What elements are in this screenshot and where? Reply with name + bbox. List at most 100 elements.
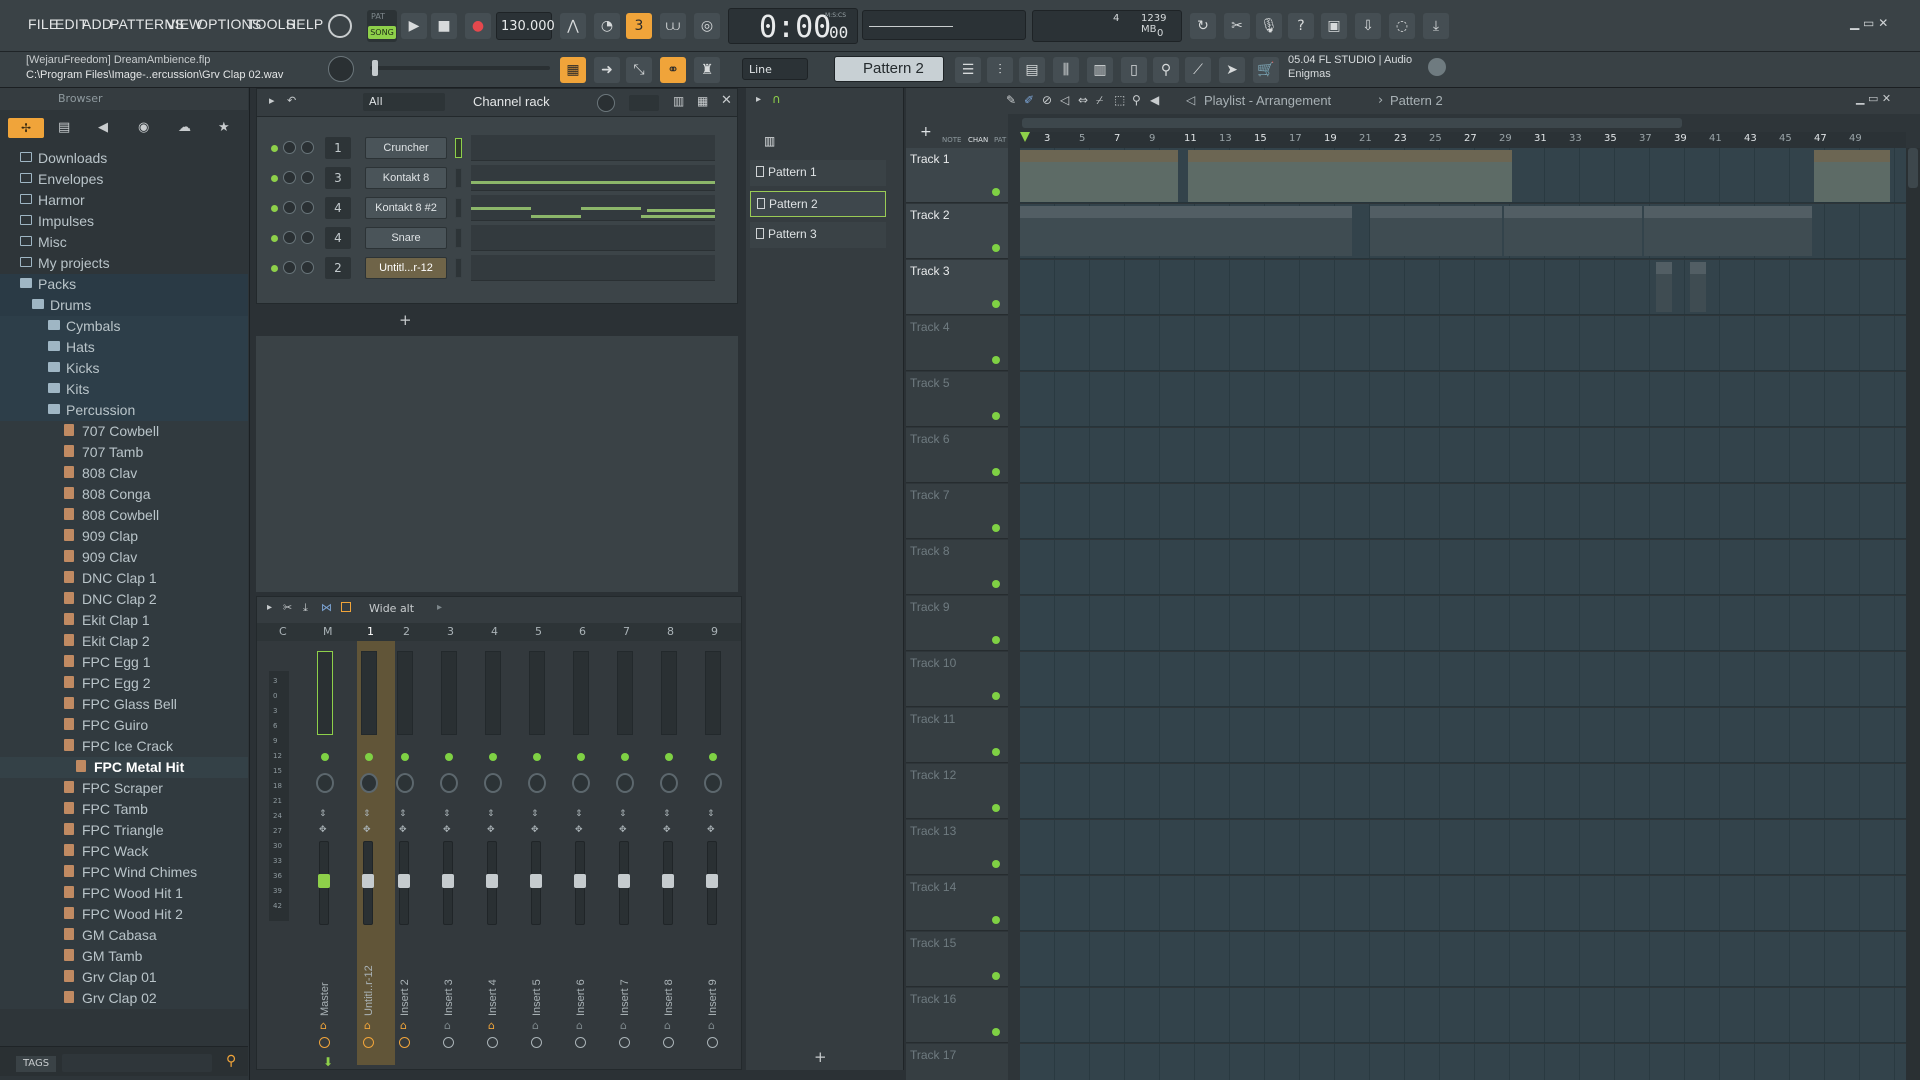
browser-item[interactable]: Kicks <box>0 358 248 379</box>
volume-fader[interactable] <box>398 841 410 925</box>
browser-item[interactable]: My projects <box>0 253 248 274</box>
view-browser-icon[interactable]: ▥ <box>1087 57 1113 83</box>
track-mute-led[interactable] <box>992 636 1000 644</box>
tab-chan[interactable]: CHAN <box>968 136 988 144</box>
mixer-header-4[interactable]: 4 <box>491 625 498 638</box>
pattern-item[interactable]: Pattern 3 <box>750 222 886 248</box>
track-lane[interactable] <box>1020 260 1906 315</box>
tags-button[interactable]: TAGS <box>16 1056 56 1072</box>
browser-item[interactable]: Kits <box>0 379 248 400</box>
menu-file[interactable]: FILE <box>28 16 58 32</box>
channel-pan-knob[interactable] <box>283 171 296 184</box>
news-subtitle[interactable]: Enigmas <box>1288 68 1331 80</box>
track-header[interactable]: Track 5 <box>906 372 1008 427</box>
track-header[interactable]: Track 4 <box>906 316 1008 371</box>
record-arm-icon[interactable]: ⌂ <box>444 1019 451 1032</box>
track-header[interactable]: Track 3 <box>906 260 1008 315</box>
record-arm-icon[interactable]: ⌂ <box>488 1019 495 1032</box>
browser-item[interactable]: Ekit Clap 1 <box>0 610 248 631</box>
pattern-clip[interactable]: Pattern 2 <box>1504 206 1642 256</box>
add-track-icon[interactable]: + <box>920 124 932 140</box>
channel-pan-knob[interactable] <box>283 201 296 214</box>
browser-item[interactable]: Ekit Clap 2 <box>0 631 248 652</box>
send-knob[interactable] <box>363 1037 374 1048</box>
track-mute-led[interactable] <box>992 580 1000 588</box>
plugin-db-icon[interactable]: ⚲ <box>1153 57 1179 83</box>
browser-item[interactable]: FPC Metal Hit <box>0 757 248 778</box>
channel-select-indicator[interactable] <box>455 258 462 278</box>
channel-mute-led[interactable] <box>271 175 278 182</box>
all-sources-icon[interactable]: ✢ <box>8 118 44 138</box>
search-icon[interactable]: ⚲ <box>226 1053 236 1069</box>
track-lane[interactable] <box>1020 596 1906 651</box>
browser-item[interactable]: Cymbals <box>0 316 248 337</box>
volume-fader[interactable] <box>530 841 542 925</box>
zoom-tool-icon[interactable]: ⚲ <box>1132 93 1141 107</box>
master-volume-slider[interactable] <box>370 60 550 76</box>
track-lane[interactable] <box>1020 652 1906 707</box>
mute-led[interactable] <box>577 753 585 761</box>
slice-tool-icon[interactable]: ⌿ <box>1096 93 1103 108</box>
mixer-arrow-icon[interactable]: ▸ <box>267 602 272 613</box>
browser-item[interactable]: 808 Conga <box>0 484 248 505</box>
channel-name-button[interactable]: Cruncher <box>365 137 447 159</box>
browser-item[interactable]: 707 Tamb <box>0 442 248 463</box>
volume-fader[interactable] <box>442 841 454 925</box>
close-icon[interactable]: ✕ <box>721 93 732 108</box>
mute-led[interactable] <box>665 753 673 761</box>
mute-led[interactable] <box>401 753 409 761</box>
pan-knob[interactable] <box>484 773 502 793</box>
pan-knob[interactable] <box>528 773 546 793</box>
record-arm-icon[interactable]: ⌂ <box>576 1019 583 1032</box>
browser-item[interactable]: Packs <box>0 274 248 295</box>
channel-select-indicator[interactable] <box>455 138 462 158</box>
swap-icon[interactable]: ✥ <box>531 825 539 835</box>
send-knob[interactable] <box>663 1037 674 1048</box>
channel-steps[interactable] <box>471 135 715 161</box>
speaker-icon[interactable]: ◀ <box>98 120 108 135</box>
track-lane[interactable] <box>1020 820 1906 875</box>
mixer-pin-icon[interactable]: ⤓ <box>303 601 308 615</box>
stop-button[interactable]: ■ <box>431 13 457 39</box>
stereo-sep-icon[interactable]: ⇕ <box>619 809 627 819</box>
browser-item[interactable]: FPC Scraper <box>0 778 248 799</box>
browser-item[interactable]: Harmor <box>0 190 248 211</box>
track-header[interactable]: Track 8 <box>906 540 1008 595</box>
swap-icon[interactable]: ✥ <box>443 825 451 835</box>
channel-mute-led[interactable] <box>271 235 278 242</box>
browser-item[interactable]: FPC Egg 1 <box>0 652 248 673</box>
loop-record-icon[interactable]: ◎ <box>694 13 720 39</box>
pattern-clip-small[interactable] <box>1656 262 1672 312</box>
browser-item[interactable]: GM Tamb <box>0 946 248 967</box>
volume-fader[interactable] <box>618 841 630 925</box>
browser-item[interactable]: 808 Clav <box>0 463 248 484</box>
browser-item[interactable]: FPC Wood Hit 2 <box>0 904 248 925</box>
track-mute-led[interactable] <box>992 804 1000 812</box>
swap-icon[interactable]: ✥ <box>399 825 407 835</box>
mixer-strip[interactable]: ⇕ ✥ Insert 8 ⌂ <box>657 641 697 1065</box>
track-lane[interactable] <box>1020 932 1906 987</box>
wait-input-icon[interactable]: ◔ <box>594 13 620 39</box>
browser-search-input[interactable] <box>62 1054 212 1072</box>
mute-led[interactable] <box>321 753 329 761</box>
track-header[interactable]: Track 2 <box>906 204 1008 259</box>
horizontal-scrollbar[interactable] <box>1022 118 1682 128</box>
window-controls[interactable]: ▁ ▭ ✕ <box>1850 16 1888 30</box>
record-arm-icon[interactable]: ⌂ <box>400 1019 407 1032</box>
hint-icon[interactable] <box>328 14 352 38</box>
download-icon[interactable]: ⤓ <box>1423 13 1449 39</box>
browser-item[interactable]: FPC Tamb <box>0 799 248 820</box>
tempo-display[interactable]: 130.000 <box>496 12 555 40</box>
mixer-layout-icon[interactable] <box>341 602 351 612</box>
track-mute-led[interactable] <box>992 188 1000 196</box>
track-lane[interactable] <box>1020 484 1906 539</box>
swap-icon[interactable]: ✥ <box>707 825 715 835</box>
send-knob[interactable] <box>399 1037 410 1048</box>
pan-knob[interactable] <box>440 773 458 793</box>
help-icon[interactable]: ? <box>1288 13 1314 39</box>
mixer-tool-icon[interactable]: ✂ <box>283 601 292 614</box>
track-mute-led[interactable] <box>992 300 1000 308</box>
view-pianoroll-icon[interactable]: ⫶ <box>987 57 1013 83</box>
mute-led[interactable] <box>489 753 497 761</box>
audio-clip[interactable]: Untitl...r-12 <box>1814 150 1890 202</box>
